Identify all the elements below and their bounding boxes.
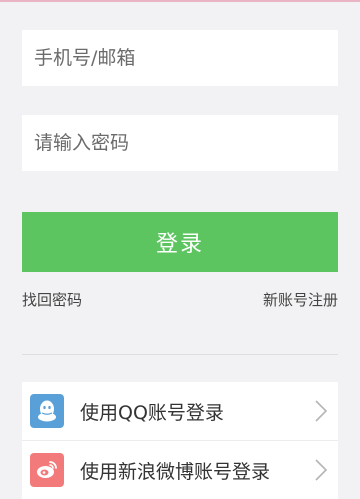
weibo-login-button[interactable]: 使用新浪微博账号登录 — [22, 440, 338, 499]
third-party-login-list: 使用QQ账号登录 使用新浪微博账号登录 — [22, 382, 338, 499]
login-button[interactable]: 登录 — [22, 212, 338, 272]
top-accent-strip — [0, 0, 360, 2]
password-input[interactable] — [22, 115, 338, 171]
register-link[interactable]: 新账号注册 — [263, 289, 338, 310]
account-input[interactable] — [22, 30, 338, 86]
qq-login-button[interactable]: 使用QQ账号登录 — [22, 382, 338, 440]
chevron-right-icon — [315, 400, 328, 422]
weibo-login-label: 使用新浪微博账号登录 — [80, 460, 271, 483]
divider — [22, 354, 338, 355]
forgot-password-link[interactable]: 找回密码 — [22, 289, 82, 310]
qq-login-label: 使用QQ账号登录 — [80, 401, 224, 424]
weibo-icon — [30, 453, 64, 487]
qq-icon — [30, 394, 64, 428]
chevron-right-icon — [315, 459, 328, 481]
